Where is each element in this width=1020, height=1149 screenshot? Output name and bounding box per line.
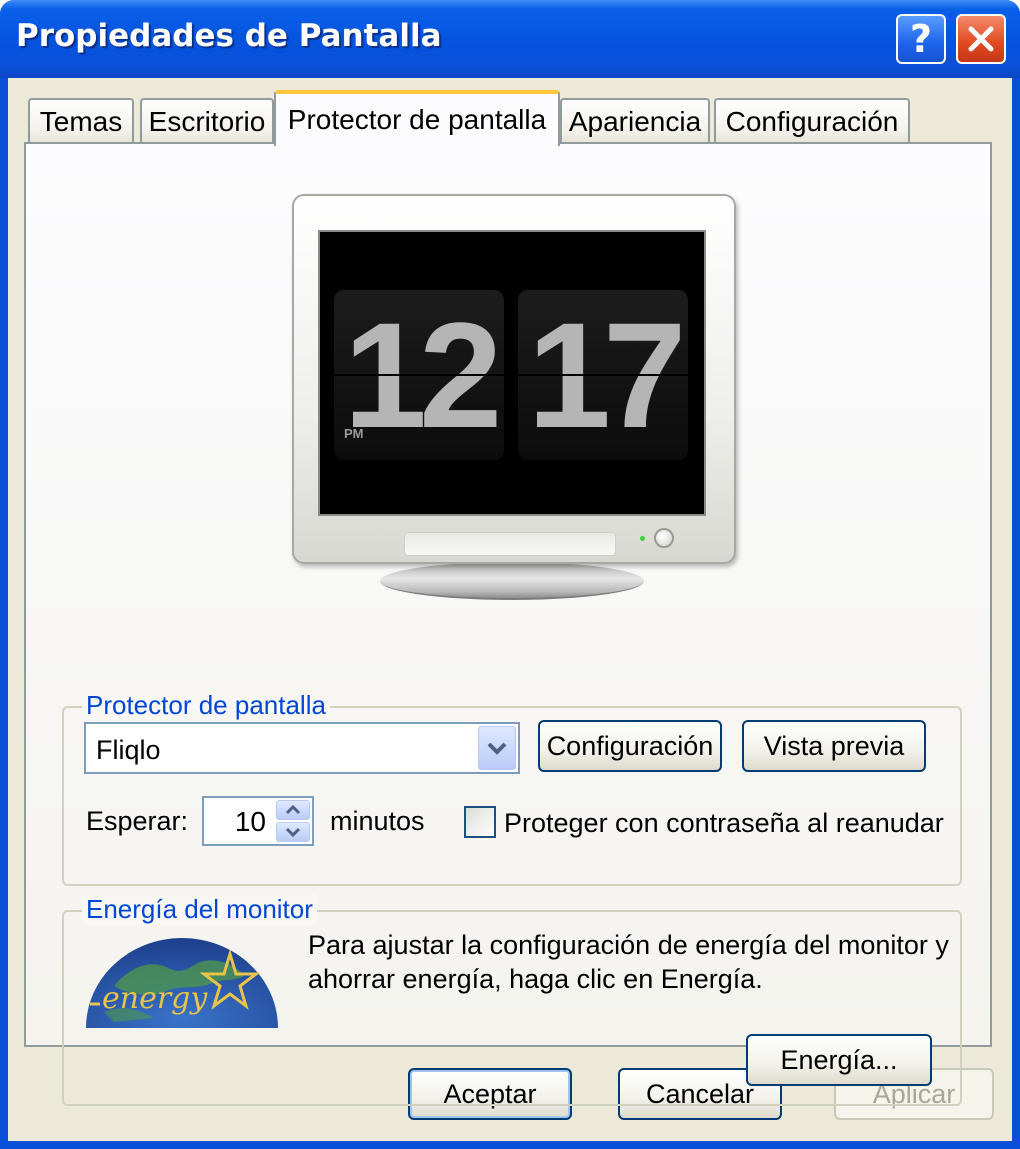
monitor-preview: 12 PM 17 (292, 194, 736, 564)
close-button[interactable] (956, 14, 1006, 64)
dialog-client: Temas Escritorio Protector de pantalla A… (8, 78, 1012, 1141)
title-bar[interactable]: Propiedades de Pantalla ? (0, 0, 1020, 78)
help-icon: ? (909, 17, 933, 61)
energy-logo-text: energy (102, 981, 208, 1016)
tab-escritorio[interactable]: Escritorio (140, 98, 274, 144)
monitor-slot (404, 532, 616, 556)
chevron-down-icon (285, 827, 301, 837)
wait-unit-label: minutos (330, 806, 425, 836)
energy-button[interactable]: Energía... (746, 1034, 932, 1086)
screensaver-group-label: Protector de pantalla (82, 690, 330, 721)
decrement-button[interactable] (276, 822, 310, 842)
tab-temas[interactable]: Temas (28, 98, 134, 144)
chevron-down-icon (487, 742, 507, 755)
wait-label: Esperar: (86, 806, 189, 836)
tab-apariencia[interactable]: Apariencia (560, 98, 710, 144)
monitor-power-group-label: Energía del monitor (82, 894, 317, 925)
password-checkbox[interactable] (464, 806, 496, 838)
monitor-power-icon (654, 528, 674, 548)
monitor-stand (380, 562, 644, 600)
tab-panel: 12 PM 17 Protector de pantalla Fliqlo Co… (24, 142, 992, 1106)
hours-card: 12 PM (334, 290, 504, 460)
energy-star-logo: energy (86, 938, 278, 1028)
monitor-power-description: Para ajustar la configuración de energía… (308, 930, 949, 994)
ampm-label: PM (344, 426, 364, 441)
window-title: Propiedades de Pantalla (16, 18, 442, 54)
screensaver-select[interactable]: Fliqlo (84, 722, 520, 774)
increment-button[interactable] (276, 800, 310, 820)
preview-button[interactable]: Vista previa (742, 720, 926, 772)
preview-screen: 12 PM 17 (318, 230, 706, 516)
wait-minutes-stepper[interactable]: 10 (202, 796, 314, 846)
flip-divider (518, 374, 688, 376)
tab-protector-de-pantalla[interactable]: Protector de pantalla (274, 90, 560, 146)
dropdown-button[interactable] (478, 726, 516, 770)
dialog-window: Propiedades de Pantalla ? Temas Escritor… (0, 0, 1020, 1149)
minutes-card: 17 (518, 290, 688, 460)
power-led-icon (640, 536, 645, 541)
flip-divider (334, 374, 504, 376)
wait-minutes-value: 10 (234, 806, 266, 837)
stepper-buttons (276, 800, 310, 842)
screensaver-selected-value: Fliqlo (96, 735, 161, 765)
close-icon (968, 26, 994, 52)
password-label[interactable]: Proteger con contraseña al reanudar (504, 808, 944, 839)
help-button[interactable]: ? (896, 14, 946, 64)
tab-configuracion[interactable]: Configuración (714, 98, 910, 144)
screensaver-settings-button[interactable]: Configuración (538, 720, 722, 772)
chevron-up-icon (285, 805, 301, 815)
